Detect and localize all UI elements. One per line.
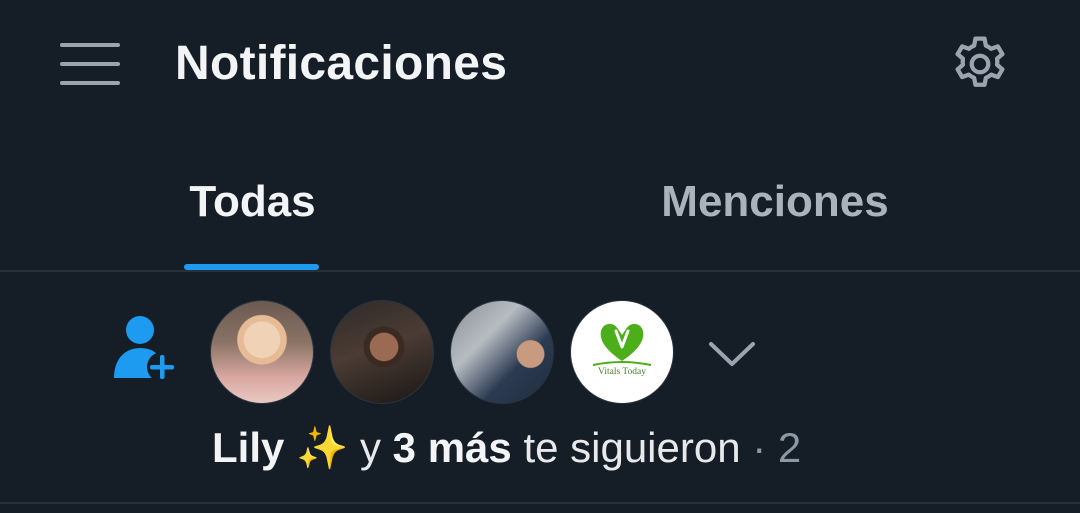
- tab-bar: Todas Menciones: [0, 150, 1080, 270]
- notifications-screen: Notificaciones Todas Menciones Vitals To…: [0, 0, 1080, 513]
- logo-text: Vitals Today: [598, 367, 646, 377]
- avatar-vitals-today[interactable]: Vitals Today: [570, 300, 674, 404]
- separator-dot: ·: [752, 424, 767, 471]
- notification-item[interactable]: Vitals Today Lily ✨ y 3 más te siguieron…: [0, 272, 1080, 502]
- divider: [0, 502, 1080, 504]
- action-text: te siguieron: [523, 424, 741, 471]
- others-count: 3 más: [392, 424, 512, 471]
- avatar[interactable]: [450, 300, 554, 404]
- notification-text: Lily ✨ y 3 más te siguieron · 2: [212, 424, 801, 473]
- tab-label: Todas: [189, 177, 316, 226]
- timestamp: 2: [777, 424, 802, 471]
- gear-icon[interactable]: [948, 32, 1012, 96]
- tab-label: Menciones: [661, 177, 889, 226]
- chevron-down-icon[interactable]: [702, 334, 762, 374]
- page-title: Notificaciones: [175, 37, 508, 90]
- avatar[interactable]: [330, 300, 434, 404]
- top-app-bar: Notificaciones: [0, 0, 1080, 130]
- avatar[interactable]: [210, 300, 314, 404]
- actor-name[interactable]: Lily ✨: [212, 424, 348, 471]
- connector-text: y: [360, 424, 381, 471]
- vitals-today-logo: Vitals Today: [592, 323, 652, 377]
- tab-menciones[interactable]: Menciones: [600, 150, 950, 270]
- person-add-icon: [110, 310, 184, 384]
- hamburger-menu-icon[interactable]: [58, 40, 122, 86]
- tab-todas[interactable]: Todas: [150, 150, 355, 270]
